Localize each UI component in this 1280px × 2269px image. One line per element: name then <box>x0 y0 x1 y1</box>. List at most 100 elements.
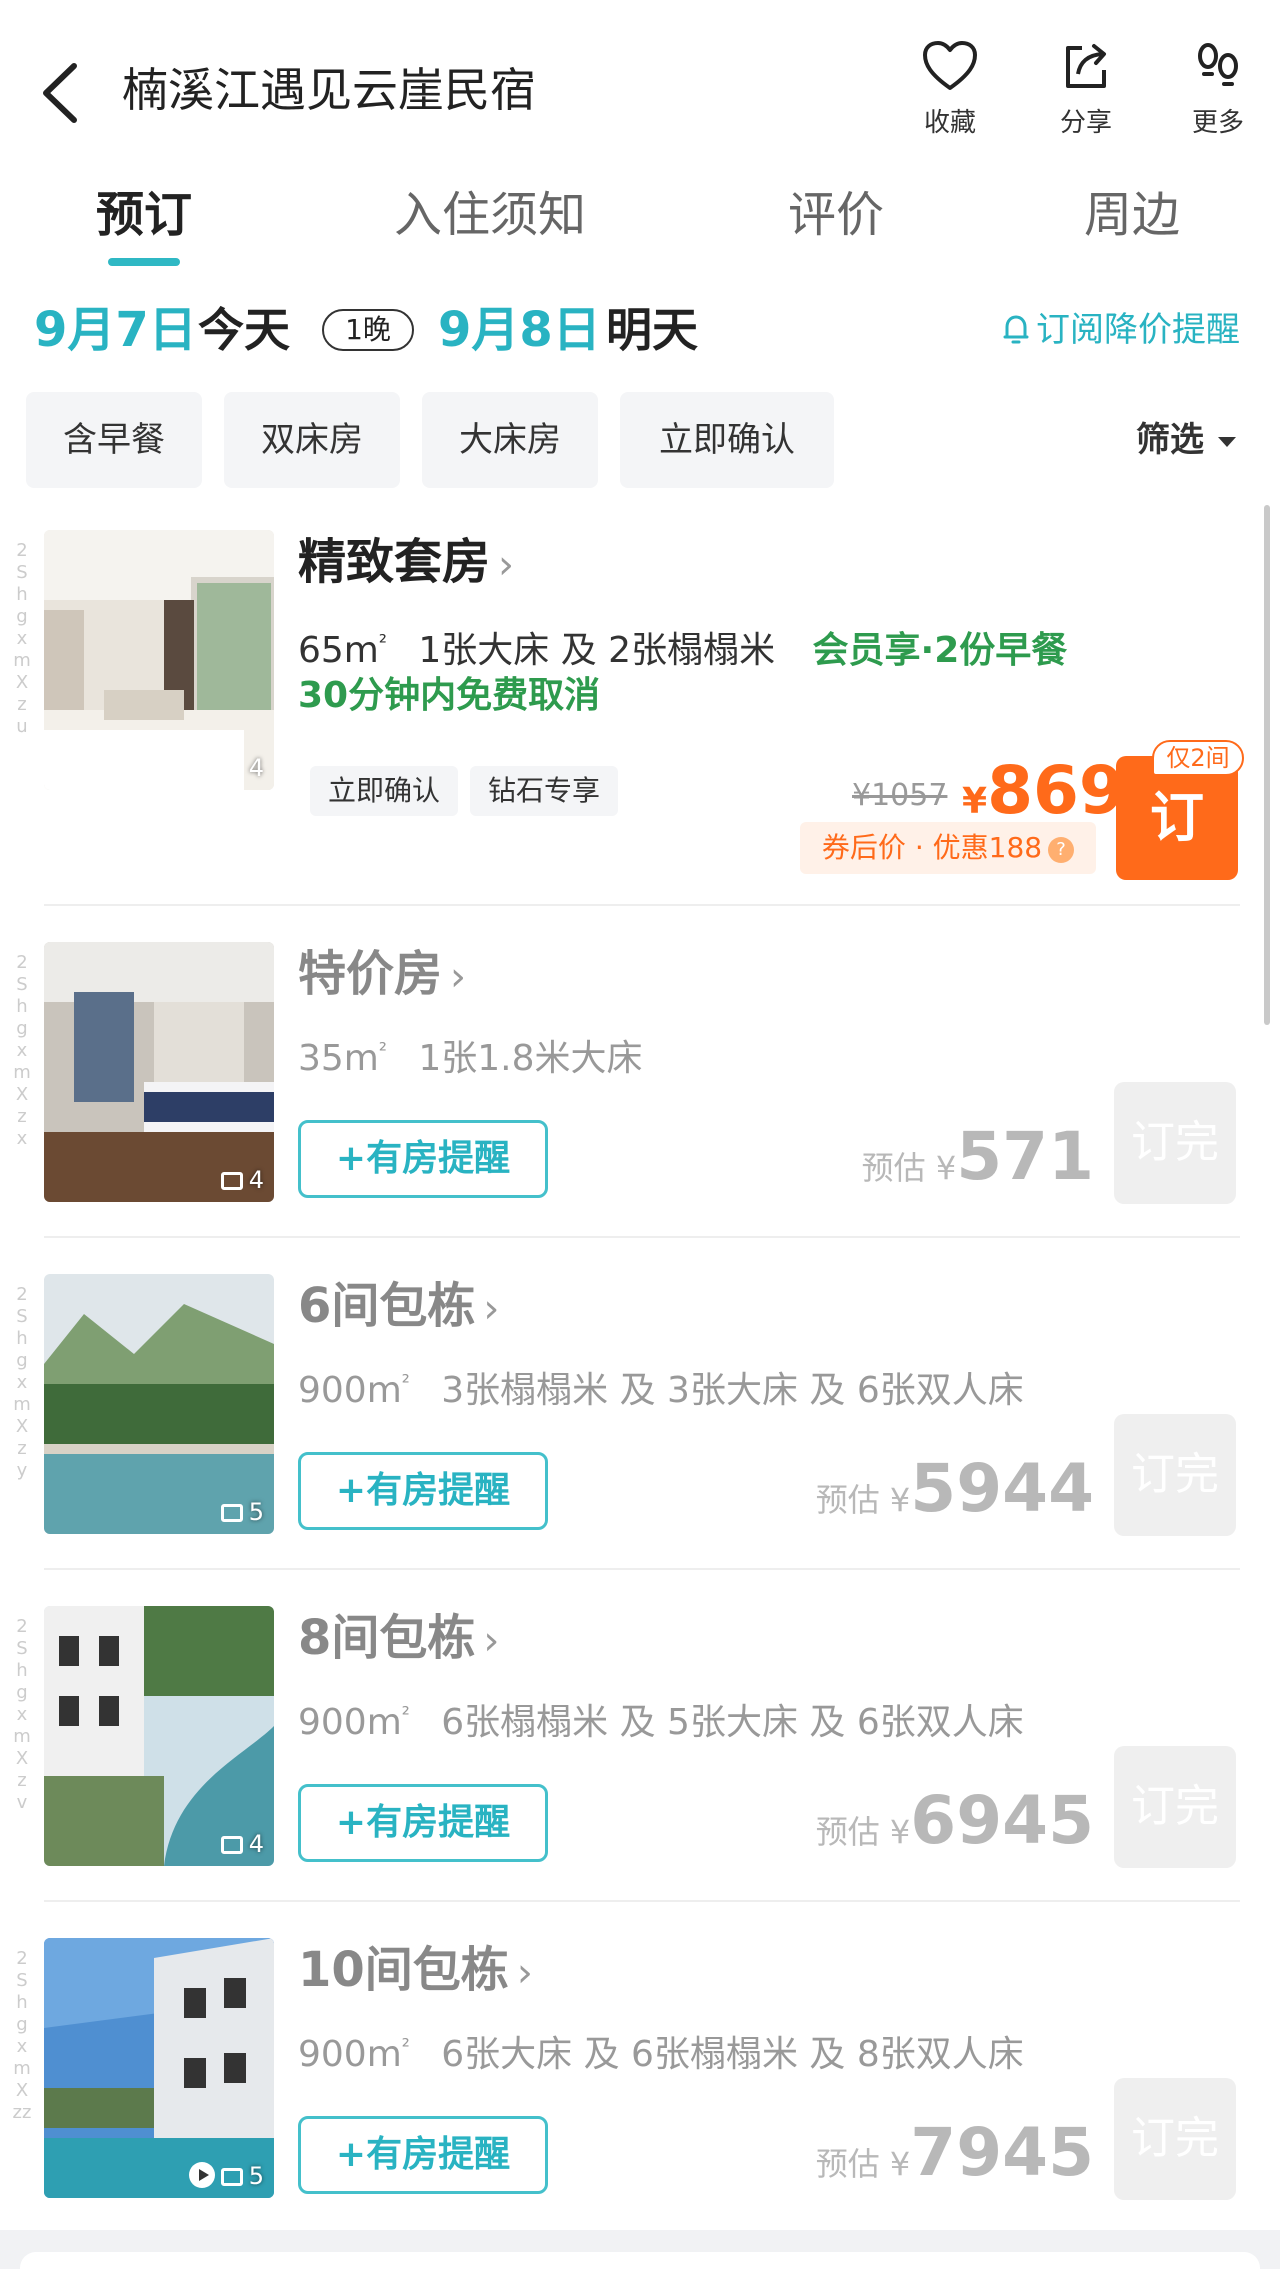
filter-bar: 含早餐 双床房 大床房 立即确认 筛选 <box>0 392 1280 492</box>
checkin-date[interactable]: 9月7日 <box>34 295 197 365</box>
availability-alert-button[interactable]: +有房提醒 <box>298 1120 548 1198</box>
room-photo-image <box>44 1606 274 1866</box>
availability-alert-button[interactable]: +有房提醒 <box>298 1452 548 1530</box>
image-icon <box>220 1504 243 1522</box>
current-price: ¥869 <box>962 752 1125 829</box>
filter-chip-twin[interactable]: 双床房 <box>224 392 400 488</box>
price-value: 6945 <box>910 1782 1094 1859</box>
estimate-label: 预估 ¥ <box>815 2145 911 2183</box>
tab-nearby[interactable]: 周边 <box>1084 175 1180 255</box>
photo-count: 4 <box>220 1830 264 1858</box>
room-name[interactable]: 精致套房 › <box>298 530 514 597</box>
room-photo[interactable]: 5 <box>44 1938 274 2198</box>
share-label: 分享 <box>1059 108 1112 138</box>
room-info: 35m² 1张1.8米大床 <box>298 1026 643 1083</box>
play-icon <box>188 2162 215 2188</box>
divider <box>44 904 1240 906</box>
room-info: 900m² 3张榻榻米 及 3张大床 及 6张双人床 <box>298 1358 1024 1415</box>
room-name[interactable]: 8间包栋 › <box>298 1606 499 1673</box>
tag-diamond-exclusive: 钻石专享 <box>470 766 618 816</box>
room-photo[interactable]: 4 <box>44 1606 274 1866</box>
price-alert-label: 订阅降价提醒 <box>1036 310 1240 350</box>
room-card[interactable]: 2ShgxmXzy 5 6间包栋 › 900m² 3张榻榻米 及 3张大床 及 6… <box>0 1274 1280 1604</box>
filter-chip-king[interactable]: 大床房 <box>422 392 598 488</box>
photo-count: 4 <box>220 1166 264 1194</box>
chevron-right-icon: › <box>450 954 467 1000</box>
photo-count-value: 4 <box>248 754 264 782</box>
help-icon[interactable]: ? <box>1048 837 1075 863</box>
checkout-date[interactable]: 9月8日 <box>438 295 601 365</box>
room-info: 900m² 6张大床 及 6张榻榻米 及 8张双人床 <box>298 2022 1024 2079</box>
price-alert-link[interactable]: 订阅降价提醒 <box>1002 307 1240 353</box>
room-card[interactable]: 2ShgxmXzu 4 精致套房 › 65m² 1张大床 及 2张榻榻米 会员享·… <box>0 530 1280 910</box>
favorite-label: 收藏 <box>923 108 976 138</box>
tab-active-indicator <box>108 258 180 266</box>
estimate-label: 预估 ¥ <box>815 1481 911 1519</box>
date-selector[interactable]: 9月7日 今天 1晚 9月8日 明天 订阅降价提醒 <box>0 295 1280 365</box>
room-photo[interactable]: 4 <box>44 942 274 1202</box>
room-area: 900m <box>298 2034 402 2075</box>
back-button[interactable] <box>36 58 86 128</box>
room-name[interactable]: 10间包栋 › <box>298 1938 533 2005</box>
room-area: 900m <box>298 1702 402 1743</box>
room-name-text: 10间包栋 <box>298 1942 509 1998</box>
room-area: 900m <box>298 1370 402 1411</box>
room-area-unit: ² <box>401 1702 410 1726</box>
share-button[interactable]: 分享 <box>1036 40 1136 139</box>
photo-count-value: 5 <box>248 1498 264 1526</box>
price-value: 5944 <box>910 1450 1094 1527</box>
image-icon <box>220 1172 243 1190</box>
room-name[interactable]: 特价房 › <box>298 942 466 1009</box>
tab-check-in-notice[interactable]: 入住须知 <box>394 175 586 255</box>
filter-chip-breakfast[interactable]: 含早餐 <box>26 392 202 488</box>
photo-count-value: 4 <box>248 1166 264 1194</box>
room-card[interactable]: 2ShgxmXzz 5 10间包栋 › 900m² 6张大床 及 6张榻榻米 及 … <box>0 1938 1280 2228</box>
image-icon <box>220 2168 243 2186</box>
room-info: 65m² 1张大床 及 2张榻榻米 会员享·2份早餐 <box>298 618 1067 675</box>
room-area-unit: ² <box>401 2034 410 2058</box>
currency-symbol: ¥ <box>962 781 988 822</box>
room-name-text: 8间包栋 <box>298 1610 476 1666</box>
room-card[interactable]: 2ShgxmXzx 4 特价房 › 35m² 1张1.8米大床 +有房提醒 预估 … <box>0 942 1280 1272</box>
price-value: 869 <box>987 752 1125 829</box>
side-index-letters: 2ShgxmXzu <box>13 540 31 737</box>
tab-booking[interactable]: 预订 <box>96 175 192 255</box>
free-cancel-note: 30分钟内免费取消 <box>298 675 601 716</box>
availability-alert-button[interactable]: +有房提醒 <box>298 2116 548 2194</box>
chevron-left-icon <box>43 63 77 123</box>
room-info: 900m² 6张榻榻米 及 5张大床 及 6张双人床 <box>298 1690 1024 1747</box>
room-area-unit: ² <box>378 630 387 654</box>
sold-out-button: 订完 <box>1114 2078 1236 2200</box>
tab-reviews[interactable]: 评价 <box>788 175 884 255</box>
nights-badge: 1晚 <box>322 309 414 351</box>
room-beds: 1张1.8米大床 <box>418 1038 643 1079</box>
side-index-letters: 2ShgxmXzy <box>13 1284 31 1481</box>
availability-alert-button[interactable]: +有房提醒 <box>298 1784 548 1862</box>
more-label: 更多 <box>1191 108 1244 138</box>
room-photo[interactable]: 4 <box>44 530 274 790</box>
room-photo-image <box>44 1938 274 2198</box>
photo-count: 5 <box>188 2162 264 2190</box>
photo-count-value: 4 <box>248 1830 264 1858</box>
room-name-text: 6间包栋 <box>298 1278 476 1334</box>
tab-bar: 预订 入住须知 评价 周边 <box>0 175 1280 275</box>
room-photo[interactable]: 5 <box>44 1274 274 1534</box>
room-perk: 会员享·2份早餐 <box>812 630 1068 671</box>
room-area-unit: ² <box>401 1370 410 1394</box>
room-name[interactable]: 6间包栋 › <box>298 1274 499 1341</box>
filter-chip-instant-confirm[interactable]: 立即确认 <box>620 392 834 488</box>
divider <box>44 1568 1240 1570</box>
estimated-price: 预估 ¥571 <box>862 1118 1094 1195</box>
more-button[interactable]: 更多 <box>1168 40 1268 139</box>
room-card[interactable]: 2ShgxmXzv 4 8间包栋 › 900m² 6张榻榻米 及 5张大床 及 6… <box>0 1606 1280 1936</box>
room-photo-image <box>44 1274 274 1534</box>
filter-dropdown[interactable]: 筛选 <box>1136 392 1236 488</box>
photo-count: 4 <box>220 754 264 782</box>
bottom-sheet-edge <box>20 2252 1260 2269</box>
divider <box>44 1900 1240 1902</box>
favorite-button[interactable]: 收藏 <box>900 40 1000 139</box>
coupon-note[interactable]: 券后价 · 优惠188? <box>800 822 1096 874</box>
room-name-text: 精致套房 <box>298 534 491 590</box>
bell-icon <box>1003 315 1029 344</box>
coupon-text: 券后价 · 优惠188 <box>821 831 1043 864</box>
